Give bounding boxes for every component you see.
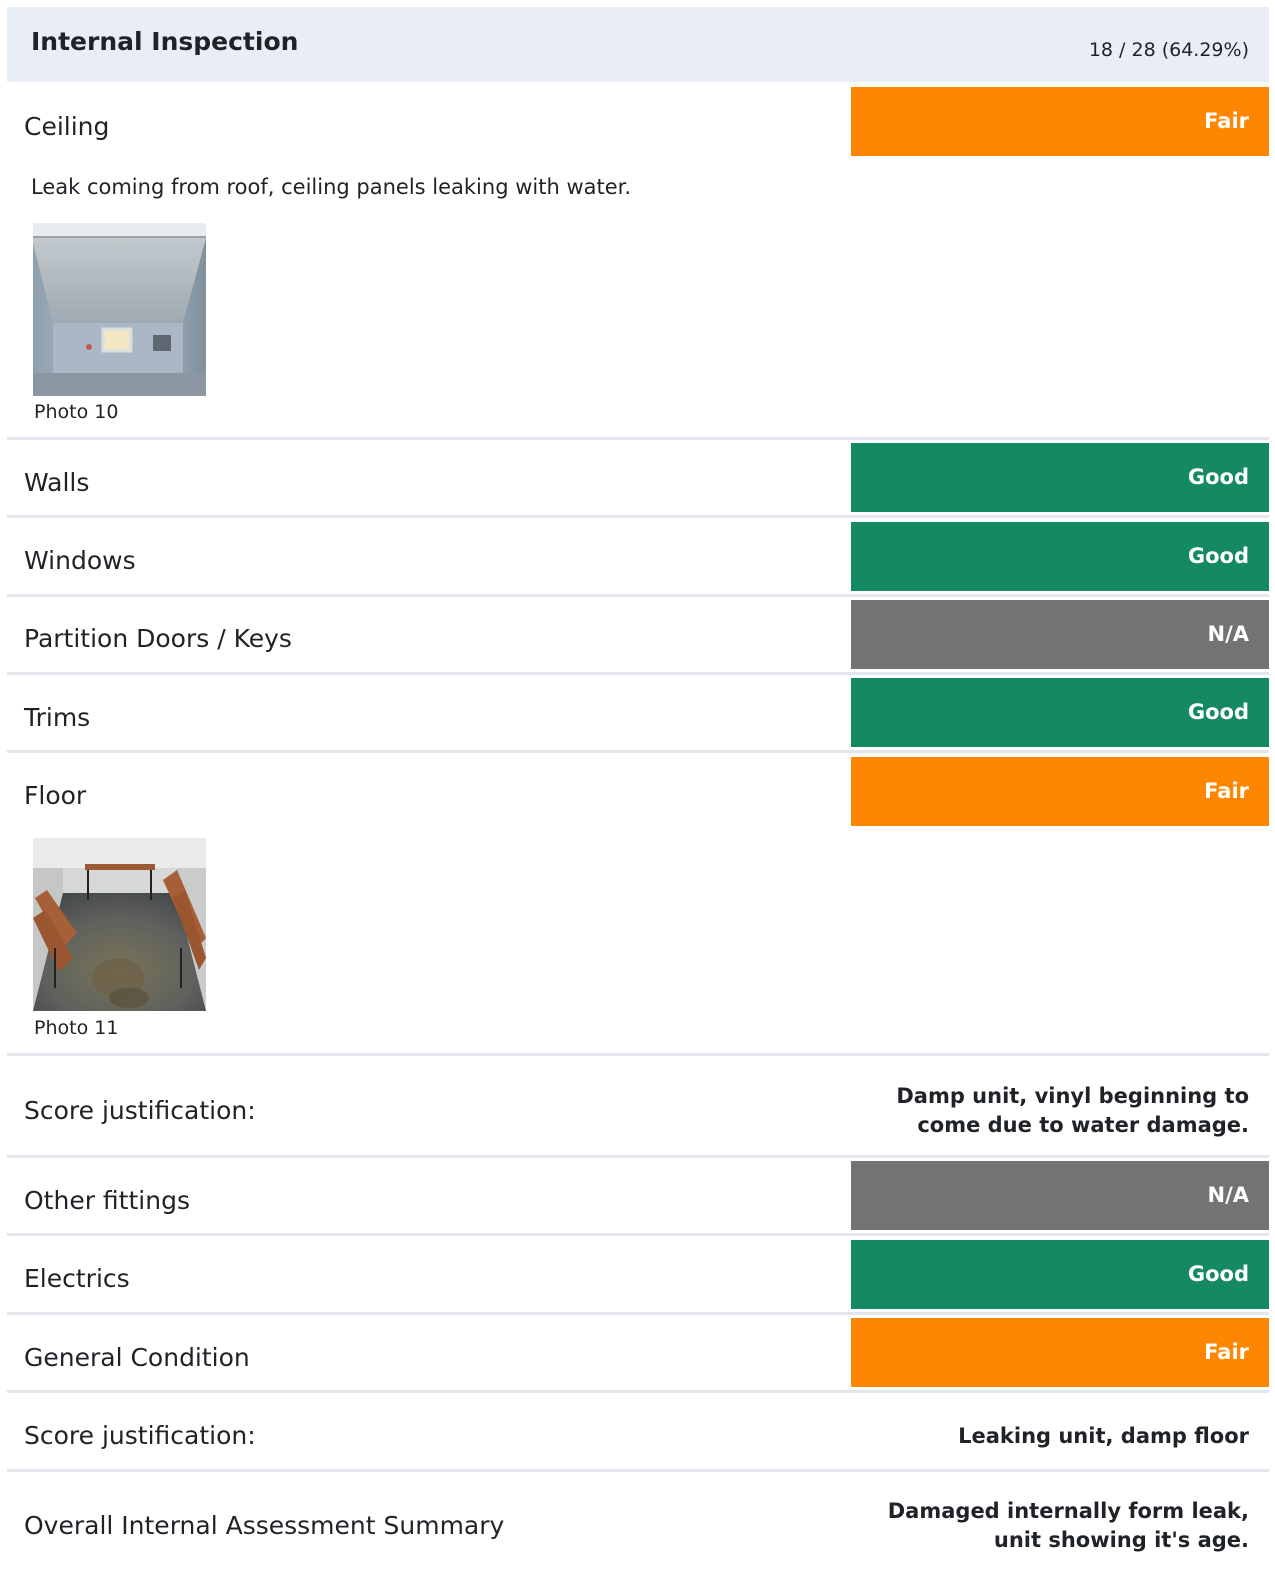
divider (7, 1233, 1269, 1236)
floor-photo-image (33, 838, 206, 1011)
divider (7, 1312, 1269, 1315)
ceiling-rating: Fair (1204, 109, 1249, 133)
other-fittings-rating-badge: N/A (851, 1161, 1269, 1230)
floor-label: Floor (24, 781, 87, 810)
floor-rating-badge: Fair (851, 757, 1269, 826)
overall-summary-line-2: unit showing it's age. (993, 1528, 1249, 1552)
ceiling-note: Leak coming from roof, ceiling panels le… (31, 175, 632, 199)
ceiling-photo-caption: Photo 10 (34, 401, 119, 423)
floor-rating: Fair (1204, 779, 1249, 803)
ceiling-photo-image (33, 223, 206, 396)
partition-rating: N/A (1207, 622, 1250, 646)
general-justification-text: Leaking unit, damp floor (958, 1424, 1249, 1448)
floor-justification-line-2: come due to water damage. (917, 1113, 1249, 1137)
section-score: 18 / 28 (64.29%) (1088, 39, 1249, 61)
divider (7, 1155, 1269, 1158)
overall-summary-line-1: Damaged internally form leak, (887, 1499, 1249, 1523)
partition-rating-badge: N/A (851, 600, 1269, 669)
walls-label: Walls (24, 468, 90, 497)
ceiling-label: Ceiling (24, 112, 110, 141)
other-fittings-rating: N/A (1207, 1183, 1250, 1207)
floor-photo[interactable] (33, 838, 206, 1011)
divider (7, 437, 1269, 440)
floor-justification-line-1: Damp unit, vinyl beginning to (896, 1084, 1249, 1108)
divider (7, 672, 1269, 675)
trims-rating-badge: Good (851, 678, 1269, 747)
windows-rating: Good (1187, 544, 1249, 568)
divider (7, 1469, 1269, 1472)
general-condition-rating: Fair (1204, 1340, 1249, 1364)
general-condition-label: General Condition (24, 1343, 250, 1372)
partition-label: Partition Doors / Keys (24, 624, 292, 653)
inspection-page: Internal Inspection 18 / 28 (64.29%) Cei… (0, 0, 1275, 1575)
section-title: Internal Inspection (31, 27, 299, 56)
divider (7, 515, 1269, 518)
ceiling-rating-badge: Fair (851, 87, 1269, 156)
floor-justification-text: Damp unit, vinyl beginning to come due t… (829, 1082, 1249, 1140)
other-fittings-label: Other fittings (24, 1186, 190, 1215)
divider (7, 594, 1269, 597)
trims-rating: Good (1187, 700, 1249, 724)
ceiling-photo[interactable] (33, 223, 206, 396)
divider (7, 1053, 1269, 1056)
general-condition-rating-badge: Fair (851, 1318, 1269, 1387)
floor-photo-caption: Photo 11 (34, 1017, 119, 1039)
section-header: Internal Inspection 18 / 28 (64.29%) (7, 7, 1269, 82)
floor-justification-label: Score justification: (24, 1096, 256, 1125)
walls-rating-badge: Good (851, 443, 1269, 512)
overall-summary-label: Overall Internal Assessment Summary (24, 1511, 505, 1540)
divider (7, 750, 1269, 753)
electrics-label: Electrics (24, 1264, 130, 1293)
electrics-rating: Good (1187, 1262, 1249, 1286)
windows-rating-badge: Good (851, 522, 1269, 591)
divider (7, 1390, 1269, 1393)
general-justification-label: Score justification: (24, 1421, 256, 1450)
overall-summary-text: Damaged internally form leak, unit showi… (829, 1497, 1249, 1555)
windows-label: Windows (24, 546, 136, 575)
electrics-rating-badge: Good (851, 1240, 1269, 1309)
walls-rating: Good (1187, 465, 1249, 489)
trims-label: Trims (24, 703, 91, 732)
